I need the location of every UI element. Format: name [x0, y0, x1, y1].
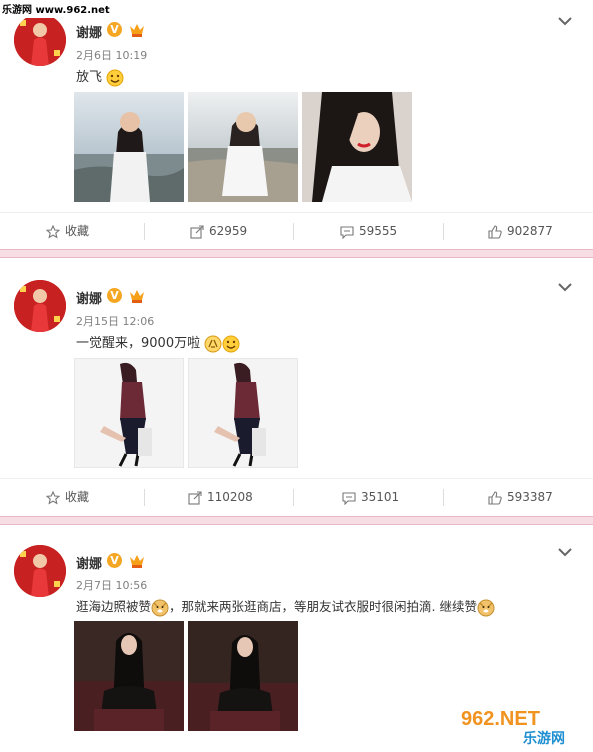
comment-icon: [342, 491, 356, 505]
vip-crown-icon: [130, 24, 144, 37]
post-image[interactable]: [302, 92, 412, 202]
like-count: 593387: [507, 490, 553, 504]
divider: [144, 489, 145, 506]
like-button[interactable]: 593387: [488, 479, 553, 516]
comment-button[interactable]: 35101: [342, 479, 399, 516]
post-image[interactable]: [188, 92, 298, 202]
smile-emoji-icon: [106, 69, 124, 86]
post-time[interactable]: 2月6日 10:19: [76, 47, 147, 63]
divider: [443, 489, 444, 506]
post-image[interactable]: [188, 621, 298, 731]
post-separator: [0, 516, 593, 525]
post-time[interactable]: 2月7日 10:56: [76, 577, 147, 593]
site-logo: 962.NET 乐游网: [451, 703, 589, 749]
action-bar: 收藏 62959 59555 902877: [0, 212, 593, 250]
favorite-button[interactable]: 收藏: [46, 479, 89, 516]
post-text: 逛海边照被赞 ，那就来两张逛商店，等朋友试衣服时很闲拍滴. 继续赞: [76, 596, 495, 617]
chevron-down-icon[interactable]: [557, 547, 573, 557]
chevron-down-icon[interactable]: [557, 282, 573, 292]
vip-crown-icon: [130, 555, 144, 568]
post-text: 一觉醒来，9000万啦: [76, 332, 240, 353]
divider: [443, 223, 444, 240]
favorite-label: 收藏: [65, 490, 90, 504]
vip-crown-icon: [130, 290, 144, 303]
weibo-post: 谢娜 V 2月15日 12:06 一觉醒来，9000万啦 收藏 110208 3…: [0, 258, 593, 517]
post-time[interactable]: 2月15日 12:06: [76, 313, 154, 329]
comment-icon: [340, 225, 354, 239]
post-text: 放飞: [76, 66, 124, 87]
repost-button[interactable]: 110208: [188, 479, 253, 516]
star-icon: [46, 224, 60, 239]
share-icon: [190, 224, 204, 239]
divider: [293, 223, 294, 240]
doge-emoji-icon: [477, 599, 495, 616]
author-name[interactable]: 谢娜: [76, 553, 102, 572]
comment-button[interactable]: 59555: [340, 213, 397, 250]
post-text-content: ，那就来两张逛商店，等朋友试衣服时很闲拍滴. 继续赞: [169, 599, 477, 614]
post-image[interactable]: [74, 92, 184, 202]
post-image[interactable]: [74, 358, 184, 468]
avatar[interactable]: [14, 545, 66, 597]
post-text-content: 逛海边照被赞: [76, 599, 152, 614]
comment-count: 59555: [359, 224, 398, 238]
clap-emoji-icon: [204, 335, 222, 352]
svg-text:962.NET: 962.NET: [461, 708, 540, 730]
share-icon: [188, 490, 202, 505]
divider: [144, 223, 145, 240]
repost-count: 62959: [209, 224, 248, 238]
favorite-button[interactable]: 收藏: [46, 213, 89, 250]
site-watermark: 乐游网 www.962.net: [0, 0, 114, 18]
chevron-down-icon[interactable]: [557, 16, 573, 26]
verified-badge: V: [107, 22, 122, 37]
post-text-content: 放飞: [76, 70, 103, 85]
doge-emoji-icon: [151, 599, 169, 616]
repost-button[interactable]: 62959: [190, 213, 247, 250]
favorite-label: 收藏: [65, 224, 90, 238]
like-count: 902877: [507, 224, 553, 238]
author-name[interactable]: 谢娜: [76, 22, 102, 41]
author-name[interactable]: 谢娜: [76, 288, 102, 307]
thumbs-up-icon: [488, 224, 502, 239]
comment-count: 35101: [361, 490, 400, 504]
post-image[interactable]: [74, 621, 184, 731]
repost-count: 110208: [207, 490, 253, 504]
thumbs-up-icon: [488, 490, 502, 505]
action-bar: 收藏 110208 35101 593387: [0, 478, 593, 516]
post-separator: [0, 249, 593, 258]
verified-badge: V: [107, 553, 122, 568]
avatar[interactable]: [14, 280, 66, 332]
divider: [293, 489, 294, 506]
like-button[interactable]: 902877: [488, 213, 553, 250]
avatar[interactable]: [14, 14, 66, 66]
svg-text:乐游网: 乐游网: [523, 730, 565, 747]
weibo-post: 谢娜 V 2月6日 10:19 放飞 收藏 62959 59555 902877: [0, 0, 593, 250]
post-text-content: 一觉醒来，9000万啦: [76, 336, 201, 351]
smile-emoji-icon: [222, 335, 240, 352]
verified-badge: V: [107, 288, 122, 303]
star-icon: [46, 490, 60, 505]
post-image[interactable]: [188, 358, 298, 468]
